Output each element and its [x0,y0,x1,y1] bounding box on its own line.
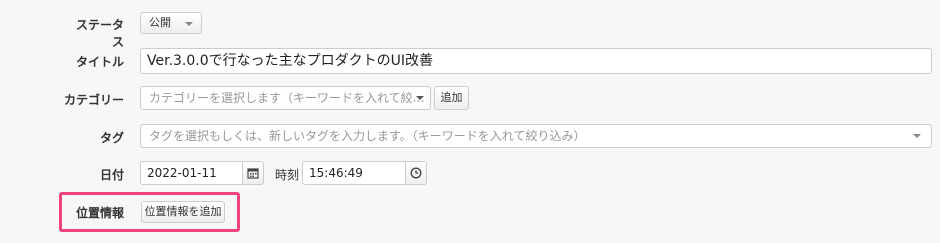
chevron-down-icon [185,22,193,26]
tag-placeholder: タグを選択もしくは、新しいタグを入力します。（キーワードを入れて絞り込み） [149,129,586,143]
category-placeholder: カテゴリーを選択します（キーワードを入れて絞… [149,91,425,105]
category-select[interactable]: カテゴリーを選択します（キーワードを入れて絞… [140,86,431,110]
date-input[interactable]: 2022-01-11 [140,161,243,185]
calendar-button[interactable] [242,161,264,185]
status-value: 公開 [149,16,171,29]
title-label: タイトル [75,55,124,69]
date-label: 日付 [99,168,124,182]
category-label: カテゴリー [63,93,124,107]
tag-select[interactable]: タグを選択もしくは、新しいタグを入力します。（キーワードを入れて絞り込み） [140,124,932,148]
time-label: 時刻 [275,168,300,182]
status-select[interactable]: 公開 [140,12,202,34]
title-input[interactable]: Ver.3.0.0で行なった主なプロダクトのUI改善 [140,48,932,74]
clock-icon [410,167,422,179]
calendar-icon [247,168,259,179]
tag-label: タグ [99,131,124,145]
chevron-down-icon [416,96,424,100]
status-label: ステータス [75,18,124,49]
clock-button[interactable] [405,161,427,185]
add-category-button[interactable]: 追加 [434,86,469,110]
location-label: 位置情報 [75,206,124,220]
add-location-button[interactable]: 位置情報を追加 [141,201,225,223]
chevron-down-icon [913,134,921,138]
time-input[interactable]: 15:46:49 [302,161,406,185]
